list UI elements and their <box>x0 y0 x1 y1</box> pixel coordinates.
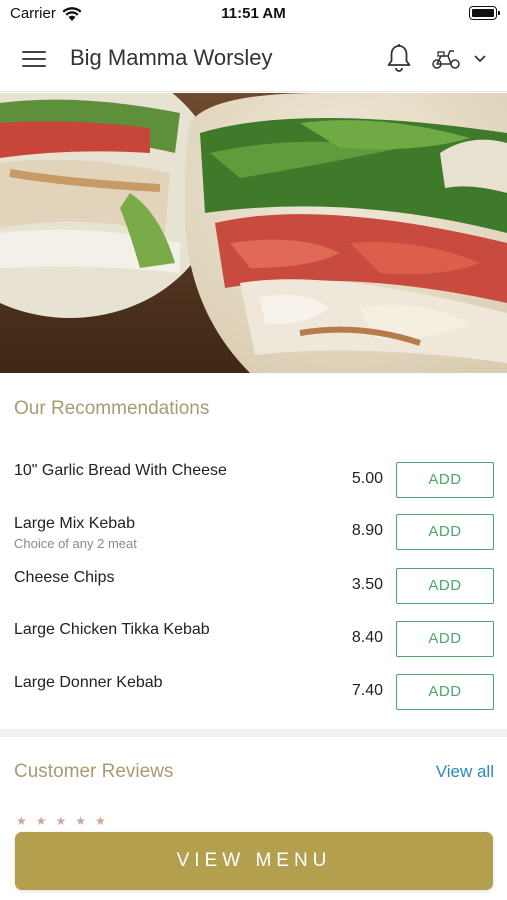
hamburger-menu-icon[interactable] <box>22 49 48 69</box>
item-name: Large Donner Kebab <box>14 674 163 691</box>
add-button[interactable]: ADD <box>396 514 494 550</box>
section-divider <box>0 729 507 737</box>
list-item: Large Chicken Tikka Kebab 8.40 ADD <box>0 621 507 671</box>
review-stars: ★★★★★ <box>16 814 115 828</box>
wrap-food-photo-icon <box>0 93 507 373</box>
item-name: Large Chicken Tikka Kebab <box>14 621 210 638</box>
add-button[interactable]: ADD <box>396 462 494 498</box>
recommendations-heading: Our Recommendations <box>14 398 210 419</box>
reviews-heading: Customer Reviews <box>14 761 174 782</box>
item-name: Large Mix Kebab <box>14 515 135 532</box>
status-bar: Carrier 11:51 AM <box>0 0 507 28</box>
delivery-scooter-icon[interactable] <box>431 48 461 70</box>
view-menu-button[interactable]: VIEW MENU <box>15 832 493 890</box>
add-button[interactable]: ADD <box>396 568 494 604</box>
list-item: Large Mix Kebab Choice of any 2 meat 8.9… <box>0 514 507 565</box>
item-price: 3.50 <box>351 576 383 593</box>
add-button[interactable]: ADD <box>396 621 494 657</box>
item-price: 5.00 <box>351 470 383 487</box>
list-item: Large Donner Kebab 7.40 ADD <box>0 674 507 724</box>
list-item: Cheese Chips 3.50 ADD <box>0 568 507 619</box>
item-name: 10" Garlic Bread With Cheese <box>14 462 227 479</box>
top-nav: Big Mamma Worsley <box>0 28 507 92</box>
item-price: 7.40 <box>351 682 383 699</box>
battery-icon <box>469 6 500 20</box>
item-price: 8.90 <box>351 522 383 539</box>
item-price: 8.40 <box>351 629 383 646</box>
hero-food-image <box>0 93 507 373</box>
add-button[interactable]: ADD <box>396 674 494 710</box>
bell-icon[interactable] <box>386 43 412 73</box>
chevron-down-icon[interactable] <box>473 54 487 64</box>
item-name: Cheese Chips <box>14 569 115 586</box>
page-title: Big Mamma Worsley <box>70 45 273 70</box>
view-all-reviews-link[interactable]: View all <box>436 762 494 782</box>
list-item: 10" Garlic Bread With Cheese 5.00 ADD <box>0 462 507 512</box>
clock: 11:51 AM <box>221 5 286 22</box>
item-subtitle: Choice of any 2 meat <box>14 536 137 551</box>
